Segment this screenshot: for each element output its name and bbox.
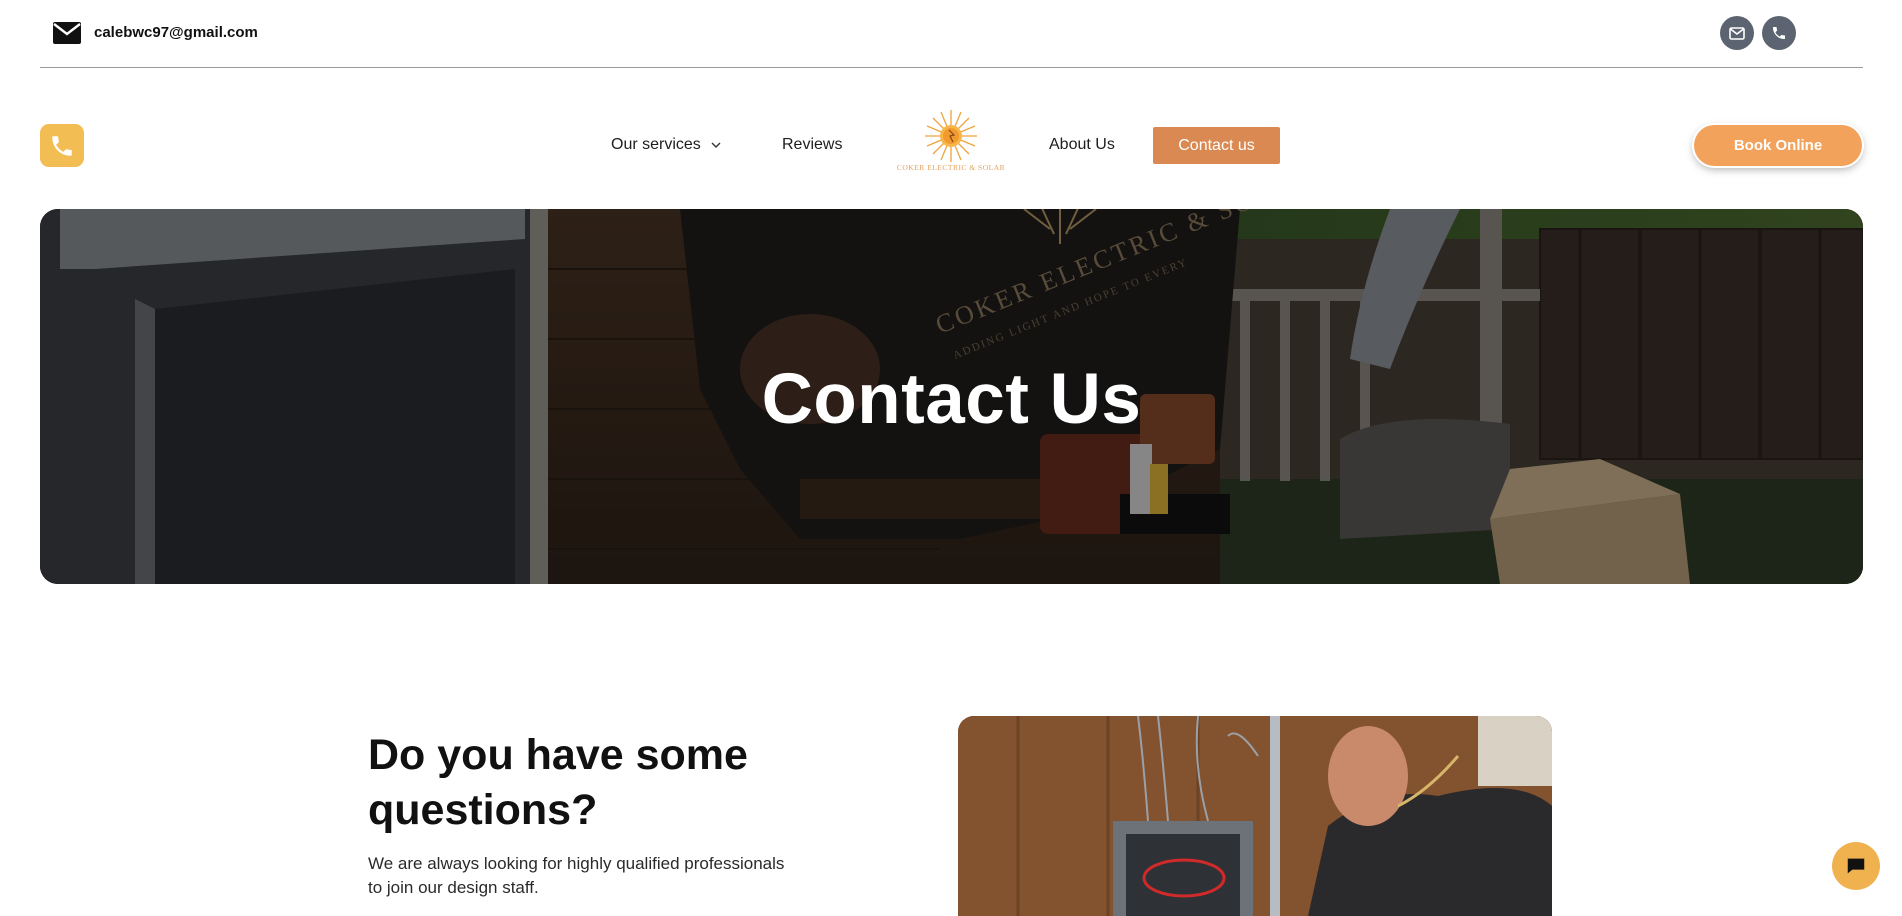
chevron-down-icon [711, 142, 721, 148]
envelope-icon [53, 22, 81, 44]
book-online-button[interactable]: Book Online [1694, 125, 1862, 166]
logo-caption: COKER ELECTRIC & SOLAR [896, 163, 1006, 172]
hero-banner: COKER ELECTRIC & SOLAR ADDING LIGHT AND … [40, 209, 1863, 584]
chat-bubble-icon [1847, 858, 1865, 874]
electrician-photo-illustration [958, 716, 1552, 916]
questions-heading: Do you have some questions? [368, 731, 748, 834]
contact-us-button[interactable]: Contact us [1153, 127, 1280, 164]
nav-services-label: Our services [611, 136, 701, 153]
hero-title: Contact Us [761, 360, 1142, 439]
nav-reviews[interactable]: Reviews [782, 136, 842, 154]
nav-about-us[interactable]: About Us [1049, 136, 1115, 154]
electrician-panel-photo [958, 716, 1552, 916]
phone-icon [52, 135, 72, 156]
contact-email[interactable]: calebwc97@gmail.com [94, 24, 258, 41]
company-logo[interactable]: COKER ELECTRIC & SOLAR [886, 108, 1016, 180]
call-button[interactable] [40, 124, 84, 167]
phone-icon [1773, 27, 1785, 39]
envelope-outline-icon [1729, 26, 1745, 40]
phone-icon-button[interactable] [1762, 16, 1796, 50]
sun-logo-icon [925, 110, 977, 162]
top-bar: calebwc97@gmail.com [40, 0, 1863, 68]
questions-description: We are always looking for highly qualifi… [368, 854, 785, 897]
chat-button[interactable] [1832, 842, 1880, 890]
email-icon-button[interactable] [1720, 16, 1754, 50]
nav-our-services[interactable]: Our services [611, 136, 721, 154]
